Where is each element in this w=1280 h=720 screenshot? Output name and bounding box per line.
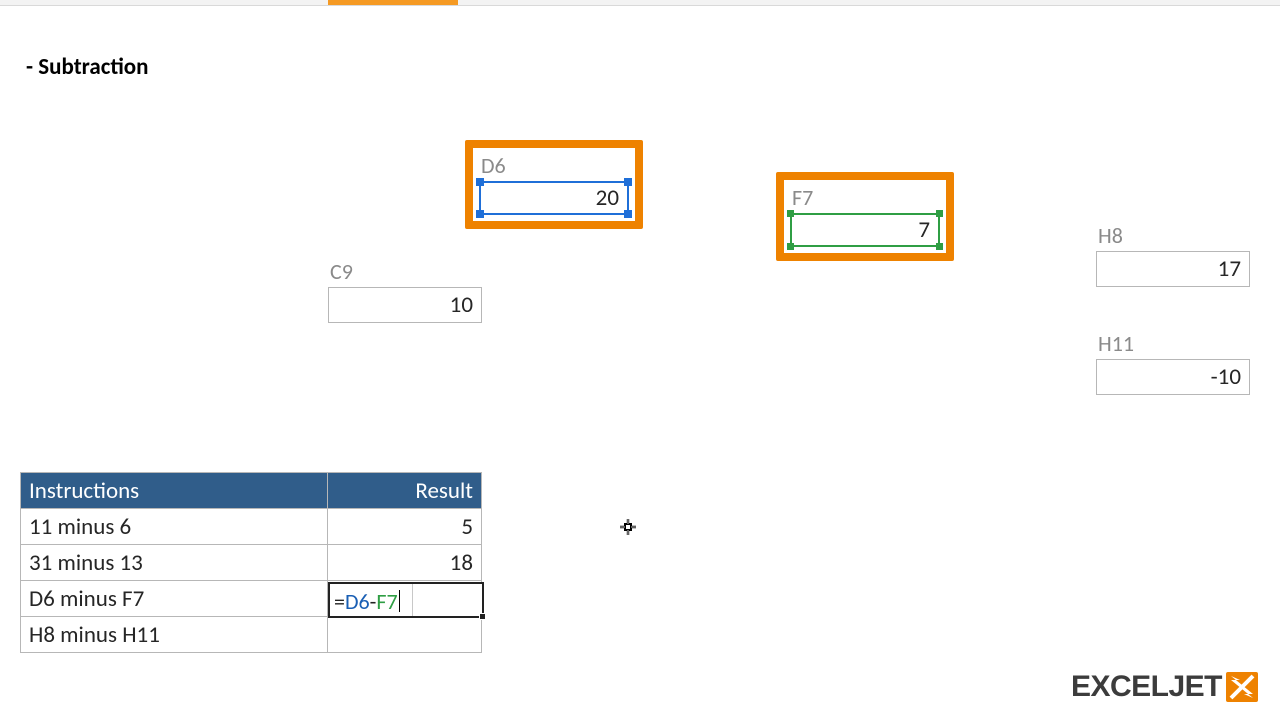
cell-h8-value: 17 <box>1218 255 1241 283</box>
cell-h11-value: -10 <box>1211 363 1241 391</box>
selection-handle-icon <box>624 210 632 218</box>
cell-f7-value: 7 <box>918 216 930 244</box>
cell-c9-label: C9 <box>328 258 482 285</box>
selection-handle-icon <box>476 210 484 218</box>
logo-text: EXCELJET <box>1071 670 1222 704</box>
cell-f7-highlight: F7 7 <box>776 172 954 261</box>
instruction-cell[interactable]: D6 minus F7 <box>21 581 328 617</box>
formula-ref-f7: F7 <box>376 588 397 615</box>
instructions-table: Instructions Result 11 minus 6 5 31 minu… <box>20 472 482 653</box>
logo-mark-icon <box>1226 672 1258 702</box>
table-row: 11 minus 6 5 <box>21 509 482 545</box>
instruction-cell[interactable]: 31 minus 13 <box>21 545 328 581</box>
result-cell[interactable] <box>328 617 482 653</box>
table-header-row: Instructions Result <box>21 473 482 509</box>
ribbon-active-accent <box>328 0 458 5</box>
selection-handle-icon <box>624 178 632 186</box>
cell-divider <box>412 584 413 616</box>
selection-handle-icon <box>787 210 794 217</box>
selection-handle-icon <box>936 210 943 217</box>
col-header-instructions[interactable]: Instructions <box>21 473 328 509</box>
instruction-cell[interactable]: H8 minus H11 <box>21 617 328 653</box>
cell-c9-group: C9 10 <box>328 258 482 323</box>
formula-minus: - <box>370 588 377 615</box>
cell-f7[interactable]: 7 <box>790 213 940 247</box>
cell-c9-value: 10 <box>450 291 473 319</box>
cell-f7-label: F7 <box>790 184 940 211</box>
exceljet-logo: EXCELJET <box>1071 670 1258 704</box>
selection-handle-icon <box>476 178 484 186</box>
result-cell[interactable]: 5 <box>328 509 482 545</box>
cell-c9[interactable]: 10 <box>328 287 482 323</box>
result-cell[interactable]: 18 <box>328 545 482 581</box>
table-row: 31 minus 13 18 <box>21 545 482 581</box>
col-header-result[interactable]: Result <box>328 473 482 509</box>
text-caret-icon <box>399 590 400 612</box>
instruction-cell[interactable]: 11 minus 6 <box>21 509 328 545</box>
active-editing-cell[interactable]: =D6-F7 <box>328 582 484 618</box>
window-top-strip <box>0 0 1280 6</box>
cell-h8-label: H8 <box>1096 222 1250 249</box>
formula-ref-d6: D6 <box>345 588 370 615</box>
cell-h11[interactable]: -10 <box>1096 359 1250 395</box>
formula-equals: = <box>334 588 345 615</box>
cell-h8[interactable]: 17 <box>1096 251 1250 287</box>
cell-h8-group: H8 17 <box>1096 222 1250 287</box>
table-row: H8 minus H11 <box>21 617 482 653</box>
cell-d6[interactable]: 20 <box>479 181 629 215</box>
cell-h11-label: H11 <box>1096 330 1250 357</box>
cell-d6-value: 20 <box>596 184 619 212</box>
section-heading: - Subtraction <box>26 53 149 81</box>
excel-crosshair-cursor-icon <box>619 518 637 536</box>
fill-handle-icon[interactable] <box>479 613 486 620</box>
cell-h11-group: H11 -10 <box>1096 330 1250 395</box>
selection-handle-icon <box>936 243 943 250</box>
cell-d6-highlight: D6 20 <box>465 140 643 229</box>
selection-handle-icon <box>787 243 794 250</box>
cell-d6-label: D6 <box>479 152 629 179</box>
